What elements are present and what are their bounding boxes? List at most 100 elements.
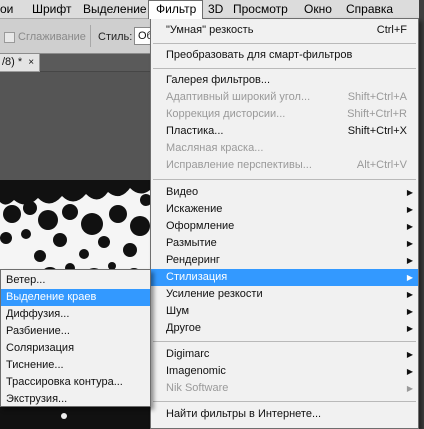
menu-item-label: Шум — [166, 305, 190, 317]
menu-item-video[interactable]: Видео ▶ — [151, 184, 418, 201]
submenu-item-find-edges[interactable]: Выделение краев — [1, 289, 150, 306]
menu-item-label: Исправление перспективы... — [166, 159, 312, 171]
submenu-arrow-icon: ▶ — [406, 205, 413, 214]
menu-item-label: Рендеринг — [166, 254, 220, 266]
menu-item-label: Стилизация — [166, 271, 228, 283]
submenu-item-extrude[interactable]: Экструзия... — [1, 391, 150, 408]
menu-separator — [153, 401, 416, 402]
menu-item-label: Масляная краска... — [166, 142, 264, 154]
submenu-arrow-icon: ▶ — [406, 188, 413, 197]
menu-separator — [153, 68, 416, 69]
menu-item-label: Видео — [166, 186, 199, 198]
submenu-item-label: Диффузия... — [6, 308, 70, 320]
menu-bar: ои Шрифт Выделение Фильтр 3D Просмотр Ок… — [0, 0, 424, 19]
menu-item-pixelate[interactable]: Оформление ▶ — [151, 218, 418, 235]
submenu-arrow-icon: ▶ — [406, 239, 413, 248]
options-divider — [90, 25, 91, 47]
submenu-arrow-icon: ▶ — [406, 256, 413, 265]
submenu-arrow-icon: ▶ — [406, 307, 413, 316]
submenu-item-label: Трассировка контура... — [6, 376, 123, 388]
menu-item-digimarc[interactable]: Digimarc ▶ — [151, 346, 418, 363]
tab-strip — [40, 54, 150, 72]
submenu-item-label: Экструзия... — [6, 393, 68, 405]
menu-item-shortcut: Shift+Ctrl+A — [347, 91, 407, 103]
submenu-item-tiles[interactable]: Разбиение... — [1, 323, 150, 340]
menu-item-browse-filters-online[interactable]: Найти фильтры в Интернете... — [151, 406, 418, 423]
menu-item-shortcut: Shift+Ctrl+R — [347, 108, 407, 120]
filter-menu-dropdown: "Умная" резкость Ctrl+F Преобразовать дл… — [150, 18, 419, 429]
smoothing-label: Сглаживание — [18, 31, 86, 43]
submenu-item-solarize[interactable]: Соляризация — [1, 340, 150, 357]
stylize-submenu: Ветер... Выделение краев Диффузия... Раз… — [0, 269, 151, 407]
menu-item-smart-sharpen-last[interactable]: "Умная" резкость Ctrl+F — [151, 22, 418, 39]
menu-separator — [153, 179, 416, 180]
submenu-item-diffuse[interactable]: Диффузия... — [1, 306, 150, 323]
submenu-item-label: Тиснение... — [6, 359, 64, 371]
close-icon[interactable]: × — [28, 57, 34, 68]
menu-view[interactable]: Просмотр — [233, 0, 288, 19]
submenu-arrow-icon: ▶ — [406, 350, 413, 359]
styles-label: Стиль: — [98, 31, 133, 43]
submenu-item-label: Ветер... — [6, 274, 46, 286]
submenu-arrow-icon: ▶ — [406, 324, 413, 333]
menu-item-vanishing-point[interactable]: Исправление перспективы... Alt+Ctrl+V — [151, 157, 418, 174]
menu-item-liquify[interactable]: Пластика... Shift+Ctrl+X — [151, 123, 418, 140]
submenu-arrow-icon: ▶ — [406, 367, 413, 376]
menu-item-shortcut: Alt+Ctrl+V — [356, 159, 407, 171]
menu-item-imagenomic[interactable]: Imagenomic ▶ — [151, 363, 418, 380]
menu-item-label: Преобразовать для смарт-фильтров — [166, 49, 353, 61]
menu-item-label: Nik Software — [166, 382, 229, 394]
smoothing-checkbox[interactable] — [4, 32, 15, 43]
submenu-item-label: Соляризация — [6, 342, 75, 354]
menu-item-label: Digimarc — [166, 348, 210, 360]
menu-separator — [153, 43, 416, 44]
menu-item-sharpen[interactable]: Усиление резкости ▶ — [151, 286, 418, 303]
menu-filter[interactable]: Фильтр — [148, 0, 203, 19]
document-tab[interactable]: /8) * × — [0, 54, 40, 72]
menu-item-stylize[interactable]: Стилизация ▶ — [151, 269, 418, 286]
menu-item-label: Найти фильтры в Интернете... — [166, 408, 322, 420]
menu-item-label: Галерея фильтров... — [166, 74, 271, 86]
menu-item-noise[interactable]: Шум ▶ — [151, 303, 418, 320]
menu-item-label: Адаптивный широкий угол... — [166, 91, 311, 103]
menu-item-convert-smart-filters[interactable]: Преобразовать для смарт-фильтров — [151, 47, 418, 64]
menu-item-label: Коррекция дисторсии... — [166, 108, 286, 120]
menu-item-adaptive-wide-angle[interactable]: Адаптивный широкий угол... Shift+Ctrl+A — [151, 89, 418, 106]
menu-item-label: Оформление — [166, 220, 235, 232]
menu-item-oil-paint[interactable]: Масляная краска... — [151, 140, 418, 157]
document-tab-title: /8) * — [2, 56, 23, 68]
menu-item-filter-gallery[interactable]: Галерея фильтров... — [151, 72, 418, 89]
submenu-item-emboss[interactable]: Тиснение... — [1, 357, 150, 374]
menu-select[interactable]: Выделение — [83, 0, 147, 19]
menu-item-label: Искажение — [166, 203, 223, 215]
submenu-item-trace-contour[interactable]: Трассировка контура... — [1, 374, 150, 391]
submenu-item-label: Разбиение... — [6, 325, 70, 337]
menu-separator — [153, 341, 416, 342]
background-strip — [419, 0, 424, 429]
menu-3d[interactable]: 3D — [208, 0, 223, 19]
submenu-arrow-icon: ▶ — [406, 290, 413, 299]
menu-item-lens-correction[interactable]: Коррекция дисторсии... Shift+Ctrl+R — [151, 106, 418, 123]
submenu-arrow-icon: ▶ — [406, 384, 413, 393]
menu-item-label: Пластика... — [166, 125, 224, 137]
menu-item-other[interactable]: Другое ▶ — [151, 320, 418, 337]
menu-item-label: Другое — [166, 322, 201, 334]
menu-item-label: Усиление резкости — [166, 288, 263, 300]
menu-type[interactable]: Шрифт — [32, 0, 71, 19]
menu-item-render[interactable]: Рендеринг ▶ — [151, 252, 418, 269]
menu-item-nik-software[interactable]: Nik Software ▶ — [151, 380, 418, 397]
menu-item-blur[interactable]: Размытие ▶ — [151, 235, 418, 252]
menu-item-shortcut: Shift+Ctrl+X — [347, 125, 407, 137]
menu-item-distort[interactable]: Искажение ▶ — [151, 201, 418, 218]
menu-help[interactable]: Справка — [346, 0, 393, 19]
submenu-item-label: Выделение краев — [6, 291, 97, 303]
menu-item-label: Imagenomic — [166, 365, 226, 377]
menu-item-shortcut: Ctrl+F — [376, 24, 407, 36]
menu-image-partial[interactable]: ои — [0, 0, 13, 19]
menu-item-label: Размытие — [166, 237, 217, 249]
submenu-arrow-icon: ▶ — [406, 222, 413, 231]
menu-item-label: "Умная" резкость — [166, 24, 254, 36]
menu-window[interactable]: Окно — [304, 0, 332, 19]
submenu-item-wind[interactable]: Ветер... — [1, 272, 150, 289]
submenu-arrow-icon: ▶ — [406, 273, 413, 282]
